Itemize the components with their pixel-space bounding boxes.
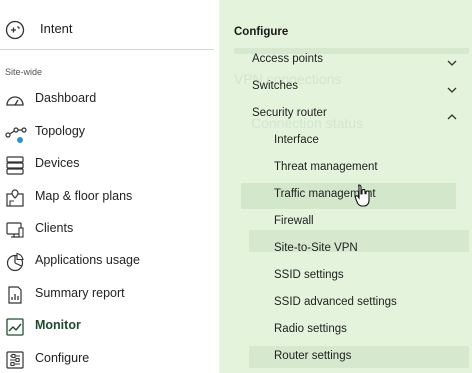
sidebar-item-label: Clients [35, 221, 74, 235]
sidebar-item-label: Devices [35, 156, 80, 170]
chevron-down-icon [447, 55, 457, 66]
menu-group-access-points[interactable]: Access points [252, 50, 457, 72]
sidebar-item-summary-report[interactable]: Summary report [0, 281, 219, 309]
sidebar-item-topology[interactable]: Topology [0, 119, 219, 147]
menu-item-firewall[interactable]: Firewall [241, 210, 456, 236]
menu-item-label: SSID settings [274, 269, 344, 281]
section-label-site-wide: Site-wide [5, 67, 43, 77]
chevron-down-icon [447, 82, 457, 93]
menu-item-label: SSID advanced settings [274, 296, 397, 308]
sidebar-item-label: Configure [35, 351, 90, 365]
sidebar: Intent Site-wide Dashboard Topology Devi… [0, 0, 219, 373]
sidebar-item-label: Dashboard [35, 91, 97, 105]
line-chart-icon [5, 317, 25, 337]
menu-item-label: Firewall [274, 215, 314, 227]
sidebar-item-devices[interactable]: Devices [0, 151, 219, 179]
menu-item-label: Site-to-Site VPN [274, 242, 358, 254]
hand-pointer-cursor-icon [354, 183, 372, 207]
sidebar-item-label: Topology [35, 124, 86, 138]
map-pin-icon [5, 188, 25, 208]
sidebar-item-applications-usage[interactable]: Applications usage [0, 248, 219, 276]
monitor-icon [5, 220, 25, 240]
menu-item-threat-management[interactable]: Threat management [241, 156, 456, 182]
server-icon [5, 155, 25, 175]
menu-item-label: Router settings [274, 350, 352, 362]
sidebar-item-label: Monitor [35, 318, 81, 332]
menu-item-label: Radio settings [274, 323, 347, 335]
menu-item-interface[interactable]: Interface [241, 129, 456, 155]
menu-item-ssid-settings[interactable]: SSID settings [241, 264, 456, 290]
menu-item-traffic-management[interactable]: Traffic management [241, 183, 456, 209]
menu-item-label: Interface [274, 134, 319, 146]
menu-item-radio-settings[interactable]: Radio settings [241, 318, 456, 344]
menu-group-label: Access points [252, 53, 323, 65]
topology-icon [5, 123, 27, 143]
menu-item-site-to-site-vpn[interactable]: Site-to-Site VPN [241, 237, 456, 263]
sidebar-item-map-floor-plans[interactable]: Map & floor plans [0, 184, 219, 212]
sidebar-item-monitor[interactable]: Monitor [0, 313, 219, 341]
menu-group-security-router[interactable]: Security router [252, 104, 457, 126]
report-icon [5, 285, 25, 305]
chevron-up-icon [447, 109, 457, 120]
sidebar-item-dashboard[interactable]: Dashboard [0, 86, 219, 114]
intent-label: Intent [40, 21, 73, 36]
menu-item-router-settings[interactable]: Router settings [241, 345, 456, 371]
configure-flyout-menu: VPN connections Connection status Config… [219, 0, 472, 373]
intent-item[interactable]: Intent [0, 12, 214, 50]
pie-chart-icon [5, 252, 25, 272]
menu-item-ssid-advanced-settings[interactable]: SSID advanced settings [241, 291, 456, 317]
menu-item-label: Threat management [274, 161, 378, 173]
intent-icon [5, 20, 25, 45]
sidebar-item-clients[interactable]: Clients [0, 216, 219, 244]
menu-group-label: Security router [252, 107, 327, 119]
sliders-icon [5, 350, 25, 370]
sidebar-item-label: Applications usage [35, 253, 140, 267]
sidebar-item-configure[interactable]: Configure [0, 346, 219, 373]
gauge-icon [5, 90, 25, 110]
sidebar-item-label: Map & floor plans [35, 189, 133, 203]
sidebar-item-label: Summary report [35, 286, 125, 300]
menu-group-switches[interactable]: Switches [252, 77, 457, 99]
flyout-title: Configure [234, 26, 289, 38]
menu-group-label: Switches [252, 80, 299, 92]
